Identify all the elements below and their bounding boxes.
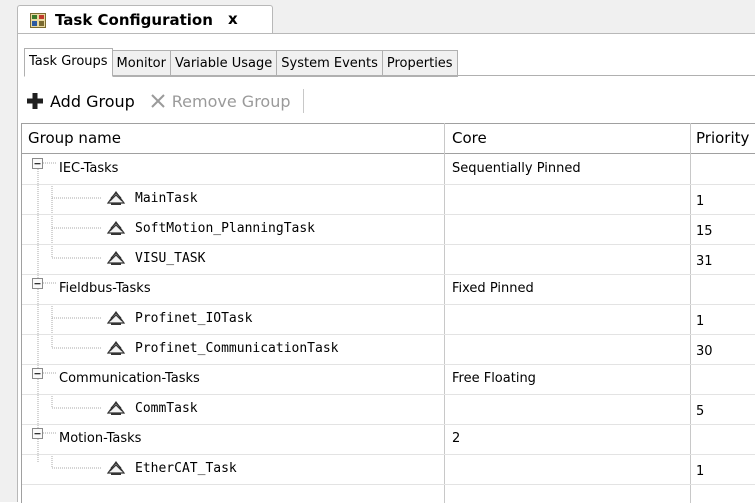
collapse-icon[interactable] — [32, 428, 43, 439]
task-priority[interactable]: 15 — [696, 217, 713, 247]
group-row[interactable]: Motion-Tasks 2 — [22, 424, 755, 455]
task-priority[interactable]: 30 — [696, 337, 713, 367]
tab-variable-usage[interactable]: Variable Usage — [169, 50, 278, 77]
task-icon — [106, 219, 126, 237]
tab-properties[interactable]: Properties — [381, 50, 458, 77]
task-groups-grid: Group name Core Priority IEC-Tasks Sequen… — [21, 123, 755, 503]
task-priority[interactable]: 31 — [696, 247, 713, 277]
task-row[interactable]: CommTask 5 — [22, 394, 755, 425]
column-header-core[interactable]: Core — [452, 124, 487, 153]
collapse-icon[interactable] — [32, 158, 43, 169]
task-row[interactable]: Profinet_CommunicationTask 30 — [22, 334, 755, 365]
add-group-button[interactable]: Add Group — [26, 92, 135, 111]
remove-group-label: Remove Group — [171, 91, 291, 111]
collapse-icon[interactable] — [32, 278, 43, 289]
toolbar-separator — [302, 89, 304, 113]
group-row[interactable]: Fieldbus-Tasks Fixed Pinned — [22, 274, 755, 305]
group-core[interactable]: Fixed Pinned — [452, 274, 534, 304]
group-core[interactable]: Sequentially Pinned — [452, 154, 581, 184]
task-row[interactable]: Profinet_IOTask 1 — [22, 304, 755, 335]
task-icon — [106, 459, 126, 477]
task-row[interactable]: MainTask 1 — [22, 184, 755, 215]
editor-panel: Task Groups Monitor Variable Usage Syste… — [17, 33, 755, 503]
collapse-icon[interactable] — [32, 368, 43, 379]
column-header-group-name[interactable]: Group name — [28, 124, 121, 153]
task-icon — [106, 189, 126, 207]
tabstrip-divider — [24, 75, 755, 76]
task-icon — [106, 309, 126, 327]
tab-task-groups[interactable]: Task Groups — [24, 48, 113, 77]
document-tab-title: Task Configuration — [55, 11, 213, 29]
task-icon — [106, 339, 126, 357]
task-name: Profinet_CommunicationTask — [135, 341, 339, 356]
remove-group-button[interactable]: Remove Group — [135, 92, 291, 111]
close-tab-icon[interactable]: x — [228, 10, 238, 28]
group-core[interactable]: 2 — [452, 424, 460, 454]
task-row[interactable]: SoftMotion_PlanningTask 15 — [22, 214, 755, 245]
task-priority[interactable]: 1 — [696, 187, 704, 217]
task-name: SoftMotion_PlanningTask — [135, 221, 316, 236]
toolbar: Add Group Remove Group — [26, 89, 304, 113]
task-name: VISU_TASK — [135, 251, 206, 266]
column-header-priority[interactable]: Priority — [696, 124, 749, 153]
plus-icon — [27, 93, 43, 109]
grid-header: Group name Core Priority — [22, 123, 755, 154]
subtab-bar: Task Groups Monitor Variable Usage Syste… — [24, 48, 458, 77]
task-priority[interactable]: 5 — [696, 397, 704, 427]
tab-monitor[interactable]: Monitor — [111, 50, 171, 77]
task-name: EtherCAT_Task — [135, 461, 237, 476]
add-group-label: Add Group — [50, 91, 135, 111]
tab-system-events[interactable]: System Events — [276, 50, 383, 77]
delete-icon — [151, 94, 165, 108]
group-name: Communication-Tasks — [59, 371, 200, 386]
group-name: Fieldbus-Tasks — [59, 281, 151, 296]
group-core[interactable]: Free Floating — [452, 364, 536, 394]
task-icon — [106, 399, 126, 417]
task-configuration-icon — [30, 13, 46, 28]
group-name: Motion-Tasks — [59, 431, 142, 446]
group-row[interactable]: Communication-Tasks Free Floating — [22, 364, 755, 395]
task-row[interactable]: EtherCAT_Task 1 — [22, 454, 755, 485]
task-priority[interactable]: 1 — [696, 307, 704, 337]
group-row[interactable]: IEC-Tasks Sequentially Pinned — [22, 154, 755, 185]
task-name: Profinet_IOTask — [135, 311, 253, 326]
document-tab[interactable]: Task Configuration x — [17, 5, 273, 33]
task-priority[interactable]: 1 — [696, 457, 704, 487]
task-row[interactable]: VISU_TASK 31 — [22, 244, 755, 275]
task-name: CommTask — [135, 401, 198, 416]
task-icon — [106, 249, 126, 267]
task-configuration-window: Task Configuration x Task Groups Monitor… — [0, 0, 755, 503]
task-name: MainTask — [135, 191, 198, 206]
group-name: IEC-Tasks — [59, 161, 119, 176]
